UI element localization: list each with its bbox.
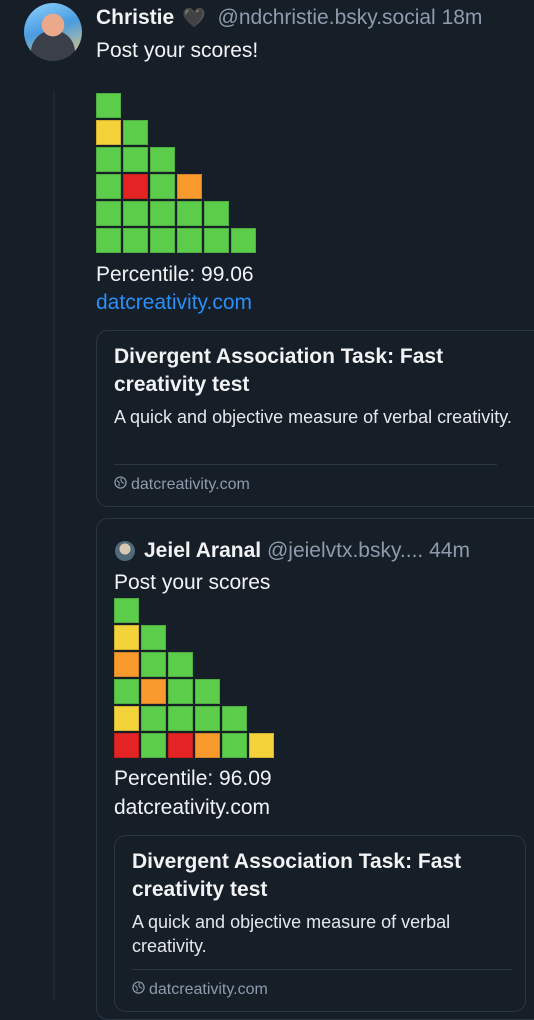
percentile-text: Percentile: 99.06 xyxy=(96,263,254,286)
card-description: A quick and objective measure of verbal … xyxy=(114,407,512,427)
post-text: Post your scores! xyxy=(96,39,259,62)
grid-row xyxy=(114,733,276,760)
grid-cell xyxy=(123,147,148,172)
grid-row xyxy=(96,201,258,228)
avatar[interactable] xyxy=(24,3,82,61)
grid-cell xyxy=(114,706,139,731)
card-divider xyxy=(114,464,497,465)
grid-cell xyxy=(114,598,139,623)
grid-cell xyxy=(96,93,121,118)
grid-cell xyxy=(96,147,121,172)
grid-row xyxy=(114,598,276,625)
grid-cell xyxy=(96,120,121,145)
grid-cell xyxy=(114,652,139,677)
quote-post[interactable]: Jeiel Aranal @jeielvtx.bsky.... 44m Post… xyxy=(96,518,534,1020)
quote-author-handle[interactable]: @jeielvtx.bsky.... xyxy=(267,539,423,562)
grid-cell xyxy=(96,174,121,199)
grid-cell xyxy=(204,201,229,226)
globe-icon xyxy=(132,980,145,1000)
grid-cell xyxy=(141,625,166,650)
thread-line xyxy=(53,92,55,1000)
grid-row xyxy=(96,93,258,120)
grid-cell xyxy=(123,120,148,145)
card-domain: datcreativity.com xyxy=(131,476,250,493)
grid-row xyxy=(114,706,276,733)
grid-row xyxy=(96,174,258,201)
grid-cell xyxy=(150,228,175,253)
quote-card-title: Divergent Association Task: Fast creativ… xyxy=(132,850,462,901)
grid-cell xyxy=(141,706,166,731)
grid-cell xyxy=(141,679,166,704)
grid-row xyxy=(96,120,258,147)
grid-cell xyxy=(123,201,148,226)
grid-cell xyxy=(123,174,148,199)
grid-row xyxy=(114,679,276,706)
quote-time[interactable]: 44m xyxy=(429,539,470,562)
grid-cell xyxy=(123,228,148,253)
quote-card-domain: datcreativity.com xyxy=(149,981,268,998)
grid-cell xyxy=(168,733,193,758)
grid-row xyxy=(96,228,258,255)
grid-cell xyxy=(177,201,202,226)
post-time[interactable]: 18m xyxy=(442,6,483,29)
globe-icon xyxy=(114,475,127,495)
grid-cell xyxy=(168,652,193,677)
quote-percentile-text: Percentile: 96.09 xyxy=(114,767,272,790)
quote-card-domain-row: datcreativity.com xyxy=(132,980,268,1000)
grid-cell xyxy=(141,652,166,677)
grid-cell xyxy=(114,733,139,758)
quote-avatar[interactable] xyxy=(115,541,135,561)
grid-cell xyxy=(168,679,193,704)
score-grid xyxy=(96,93,258,255)
grid-cell xyxy=(204,228,229,253)
grid-cell xyxy=(150,174,175,199)
grid-cell xyxy=(150,201,175,226)
grid-cell xyxy=(96,201,121,226)
grid-cell xyxy=(141,733,166,758)
grid-cell xyxy=(177,174,202,199)
author-handle[interactable]: @ndchristie.bsky.social xyxy=(218,6,436,29)
quote-header: Jeiel Aranal @jeielvtx.bsky.... 44m xyxy=(144,537,470,565)
quote-author-name[interactable]: Jeiel Aranal xyxy=(144,539,261,562)
author-name[interactable]: Christie xyxy=(96,6,174,29)
grid-cell xyxy=(195,679,220,704)
grid-cell xyxy=(249,733,274,758)
link-card[interactable]: Divergent Association Task: Fast creativ… xyxy=(96,330,534,507)
card-title: Divergent Association Task: Fast creativ… xyxy=(114,345,444,396)
post-header: Christie 🖤 @ndchristie.bsky.social 18m xyxy=(96,4,482,33)
quote-text: Post your scores xyxy=(114,571,271,594)
grid-cell xyxy=(114,679,139,704)
card-domain-row: datcreativity.com xyxy=(114,475,250,495)
post-link[interactable]: datcreativity.com xyxy=(96,289,252,317)
grid-cell xyxy=(222,706,247,731)
heart-emoji: 🖤 xyxy=(182,8,206,29)
grid-cell xyxy=(114,625,139,650)
grid-cell xyxy=(195,706,220,731)
quote-card-description: A quick and objective measure of verbal … xyxy=(132,912,451,956)
grid-cell xyxy=(150,147,175,172)
quote-score-grid xyxy=(114,598,276,760)
quote-card-divider xyxy=(132,969,512,970)
quote-link-card[interactable]: Divergent Association Task: Fast creativ… xyxy=(114,835,526,1012)
grid-cell xyxy=(96,228,121,253)
grid-cell xyxy=(231,228,256,253)
grid-row xyxy=(114,625,276,652)
grid-cell xyxy=(177,228,202,253)
grid-cell xyxy=(168,706,193,731)
grid-cell xyxy=(195,733,220,758)
grid-row xyxy=(96,147,258,174)
grid-cell xyxy=(222,733,247,758)
grid-row xyxy=(114,652,276,679)
quote-link-text[interactable]: datcreativity.com xyxy=(114,794,270,822)
